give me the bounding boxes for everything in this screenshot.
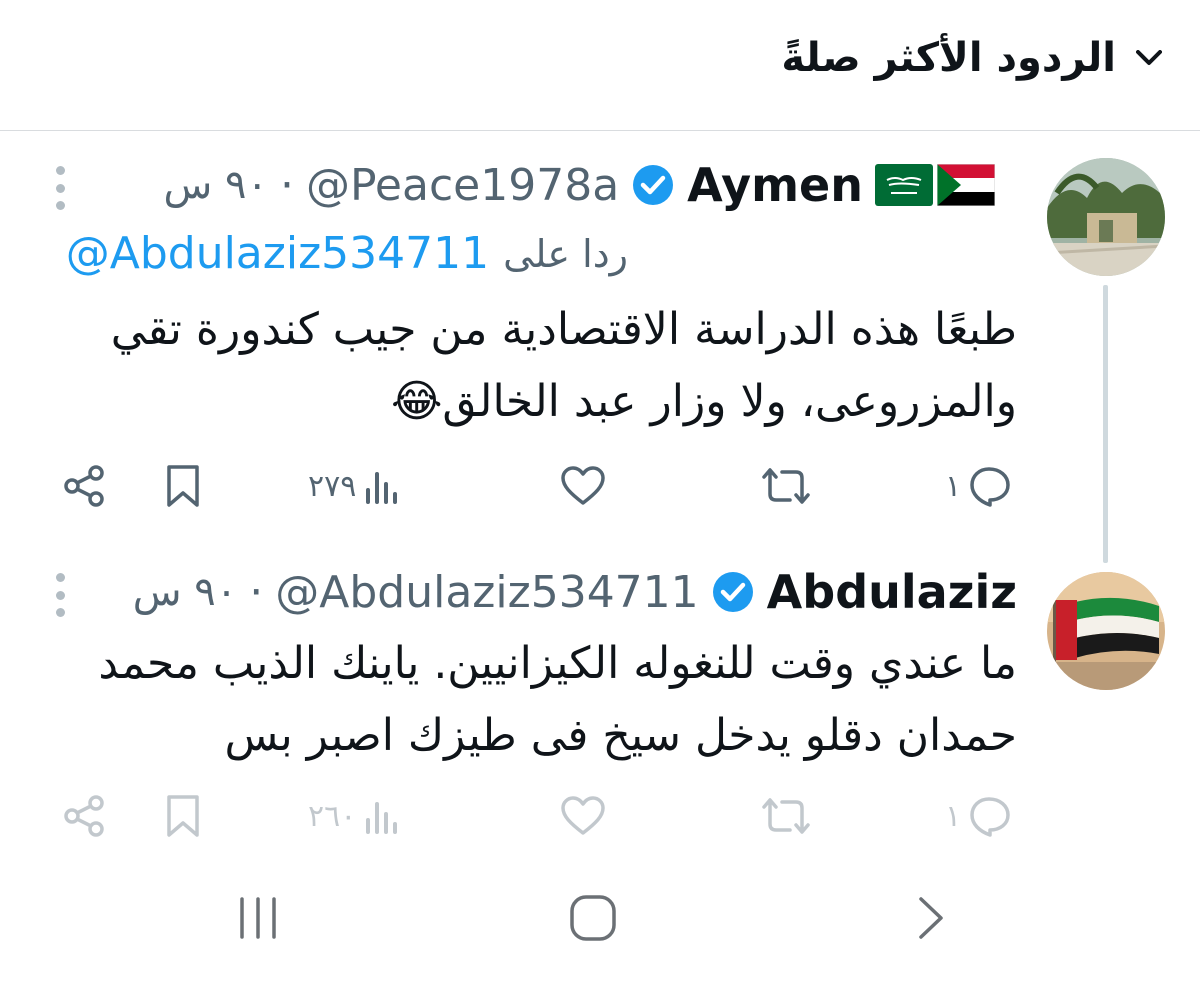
retweet-icon (762, 798, 810, 834)
verified-badge-icon (631, 163, 675, 207)
share-icon (64, 795, 104, 837)
view-count: ٢٧٩ (308, 468, 357, 504)
bookmark-button[interactable] (163, 786, 203, 846)
timestamp[interactable]: ٩٠ س (133, 569, 238, 615)
system-nav-bar (0, 870, 1200, 960)
timestamp[interactable]: ٩٠ س (163, 162, 268, 208)
like-button[interactable] (560, 786, 606, 846)
reply-icon (970, 467, 1010, 507)
share-button[interactable] (62, 456, 108, 516)
retweet-icon (762, 468, 810, 504)
views-chart-icon (366, 802, 398, 834)
flag-icons (875, 164, 995, 206)
recent-apps-icon (240, 897, 276, 939)
reply-count: ١ (945, 468, 962, 504)
view-count: ٢٦٠ (308, 798, 357, 834)
replying-to: ردا على @Abdulaziz534711 (66, 228, 628, 279)
avatar[interactable] (1047, 572, 1165, 690)
views-button[interactable]: ٢٦٠ (308, 786, 402, 846)
bookmark-button[interactable] (163, 456, 203, 516)
tweet-text-line: حمدان دقلو يدخل سيخ فى طيزك اصبر بس (224, 710, 1017, 761)
recent-apps-button[interactable] (228, 888, 288, 948)
separator-dot: · (249, 566, 264, 618)
tweet-header: Abdulaziz @Abdulaziz534711 · ٩٠ س (133, 562, 1017, 622)
tweet-text-line: ما عندي وقت للنغوله الكيزانيين. يا​ينك ا… (98, 638, 1017, 689)
handle[interactable]: @Abdulaziz534711 (275, 567, 698, 618)
retweet-button[interactable] (760, 786, 812, 846)
like-button[interactable] (560, 456, 606, 516)
display-name[interactable]: Aymen (687, 158, 863, 212)
share-button[interactable] (62, 786, 108, 846)
avatar[interactable] (1047, 158, 1165, 276)
home-button[interactable] (563, 888, 623, 948)
separator-dot: · (279, 159, 294, 211)
heart-icon (561, 466, 605, 505)
reply-icon (970, 797, 1010, 837)
more-options-icon[interactable] (52, 166, 68, 210)
share-icon (64, 465, 104, 507)
views-button[interactable]: ٢٧٩ (308, 456, 402, 516)
home-icon (570, 895, 616, 941)
tweet-text-line: طبعًا هذه الدراسة الاقتصادية من جيب كندو… (110, 304, 1017, 355)
display-name[interactable]: Abdulaziz (767, 565, 1017, 619)
replying-to-handle[interactable]: @Abdulaziz534711 (66, 228, 489, 279)
reply-count: ١ (945, 798, 962, 834)
tweet-text: طبعًا هذه الدراسة الاقتصادية من جيب كندو… (111, 294, 1017, 438)
reply-button[interactable]: ١ (945, 786, 1013, 846)
views-chart-icon (366, 472, 398, 504)
thread-connector-line (1103, 285, 1108, 563)
tweet-text-line: والمزروعى، ولا وزار عبد الخالق😂 (390, 376, 1017, 427)
retweet-button[interactable] (760, 456, 812, 516)
tweet-actions: ١ ٢٦٠ (0, 786, 1200, 846)
verified-badge-icon (711, 570, 755, 614)
replies-header: الردود الأكثر صلةً (0, 0, 1200, 131)
back-button[interactable] (900, 888, 960, 948)
replying-to-label: ردا على (503, 231, 628, 276)
handle[interactable]: @Peace1978a (306, 160, 619, 211)
reply-button[interactable]: ١ (945, 456, 1013, 516)
chevron-right-icon (919, 897, 943, 939)
bookmark-icon (167, 795, 199, 837)
sort-label: الردود الأكثر صلةً (781, 35, 1116, 81)
bookmark-icon (167, 465, 199, 507)
tweet-actions: ١ ٢٧٩ (0, 456, 1200, 516)
sort-replies-button[interactable]: الردود الأكثر صلةً (781, 28, 1164, 88)
saudi-flag-icon (875, 164, 933, 206)
tweet-header: Aymen @Peace1978a · ٩٠ س (163, 155, 995, 215)
chevron-down-icon (1134, 43, 1164, 73)
sudan-flag-icon (937, 164, 995, 206)
heart-icon (561, 796, 605, 835)
more-options-icon[interactable] (52, 573, 68, 617)
tweet-text: ما عندي وقت للنغوله الكيزانيين. يا​ينك ا… (98, 628, 1017, 772)
